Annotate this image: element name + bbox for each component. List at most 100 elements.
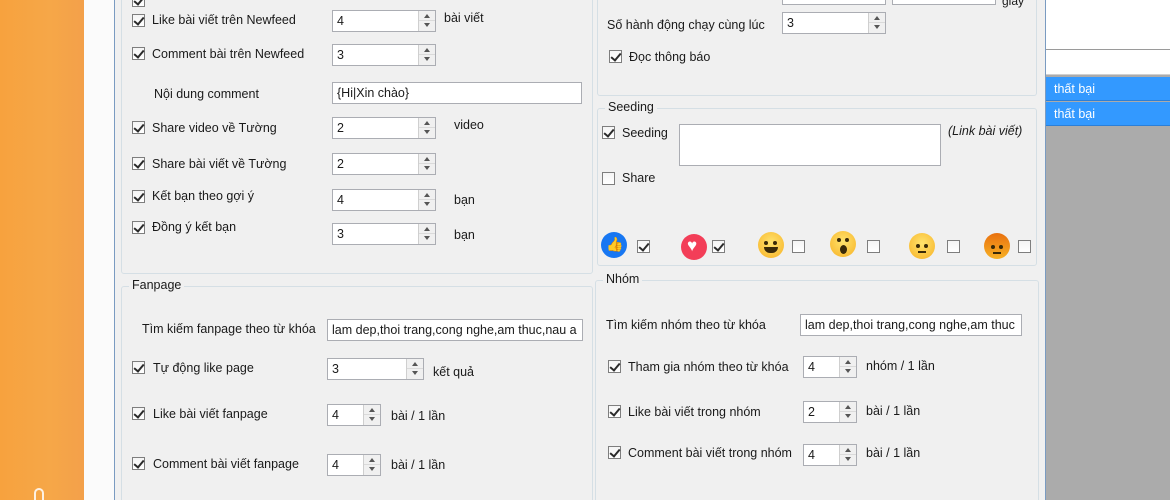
add-friend-checkbox[interactable]: [132, 190, 145, 203]
spin-down-icon[interactable]: [869, 23, 885, 33]
spin-up-icon[interactable]: [364, 405, 380, 415]
comment-group-post-checkbox[interactable]: [608, 446, 621, 459]
angry-reaction-checkbox[interactable]: [1018, 240, 1031, 253]
sad-reaction-checkbox[interactable]: [947, 240, 960, 253]
like-fanpage-post-stepper[interactable]: 4: [327, 404, 381, 426]
spin-up-icon[interactable]: [840, 445, 856, 455]
wow-reaction-checkbox[interactable]: [867, 240, 880, 253]
spin-down-icon[interactable]: [419, 200, 435, 210]
love-reaction-icon: [681, 234, 707, 260]
hidden-option-checkbox[interactable]: [132, 0, 145, 7]
group-group: Nhóm: [595, 272, 1039, 500]
spin-down-icon[interactable]: [840, 367, 856, 377]
like-reaction-checkbox[interactable]: [637, 240, 650, 253]
group-search-input[interactable]: lam dep,thoi trang,cong nghe,am thuc: [800, 314, 1022, 336]
spin-down-icon[interactable]: [364, 415, 380, 425]
background-list-header: [1046, 50, 1170, 75]
comment-content-input[interactable]: {Hi|Xin chào}: [332, 82, 582, 104]
share-post-checkbox[interactable]: [132, 157, 145, 170]
comment-group-post-unit: bài / 1 lần: [866, 446, 921, 460]
comment-fanpage-post-checkbox[interactable]: [132, 457, 145, 470]
add-friend-unit: bạn: [454, 193, 475, 207]
spin-up-icon[interactable]: [407, 359, 423, 369]
seeding-checkbox[interactable]: [602, 126, 615, 139]
like-group-post-checkbox[interactable]: [608, 405, 621, 418]
settings-window: Like bài viết trên Newfeed 4 bài viết Co…: [114, 0, 1046, 500]
spin-up-icon[interactable]: [419, 190, 435, 200]
auto-like-page-label: Tự động like page: [153, 361, 254, 375]
accept-friend-checkbox[interactable]: [132, 221, 145, 234]
accept-friend-stepper[interactable]: 3: [332, 223, 436, 245]
comment-fanpage-post-label: Comment bài viết fanpage: [153, 457, 299, 471]
spin-up-icon[interactable]: [419, 118, 435, 128]
spin-down-icon[interactable]: [419, 164, 435, 174]
like-newfeed-checkbox[interactable]: [132, 14, 145, 27]
read-notifications-checkbox[interactable]: [609, 50, 622, 63]
share-post-label: Share bài viết về Tường: [152, 157, 287, 171]
love-reaction-checkbox[interactable]: [712, 240, 725, 253]
concurrent-actions-stepper[interactable]: 3: [782, 12, 886, 34]
read-notifications-label: Đọc thông báo: [629, 50, 711, 64]
spin-down-icon[interactable]: [364, 465, 380, 475]
share-checkbox[interactable]: [602, 172, 615, 185]
sad-reaction-icon: [909, 233, 935, 259]
auto-like-page-stepper[interactable]: 3: [327, 358, 424, 380]
fanpage-search-input[interactable]: lam dep,thoi trang,cong nghe,am thuc,nau…: [327, 319, 583, 341]
background-list-row[interactable]: thất bại: [1046, 102, 1170, 126]
background-list-row[interactable]: thất bại: [1046, 77, 1170, 101]
concurrent-actions-label: Số hành động chạy cùng lúc: [607, 18, 765, 32]
sidebar-background: [0, 0, 84, 500]
join-group-stepper[interactable]: 4: [803, 356, 857, 378]
spin-up-icon[interactable]: [419, 224, 435, 234]
share-video-stepper[interactable]: 2: [332, 117, 436, 139]
spin-down-icon[interactable]: [407, 369, 423, 379]
background-panel: [1046, 0, 1170, 500]
like-group-post-stepper[interactable]: 2: [803, 401, 857, 423]
auto-like-page-checkbox[interactable]: [132, 361, 145, 374]
like-newfeed-label: Like bài viết trên Newfeed: [152, 13, 296, 27]
add-friend-stepper[interactable]: 4: [332, 189, 436, 211]
accept-friend-label: Đồng ý kết bạn: [152, 220, 237, 234]
partial-top-input[interactable]: [782, 0, 886, 5]
share-video-value: 2: [337, 121, 344, 135]
spin-down-icon[interactable]: [419, 21, 435, 31]
concurrent-actions-value: 3: [787, 16, 794, 30]
fanpage-search-label: Tìm kiếm fanpage theo từ khóa: [142, 322, 316, 336]
share-post-stepper[interactable]: 2: [332, 153, 436, 175]
fanpage-group-title: Fanpage: [129, 278, 185, 292]
comment-newfeed-stepper[interactable]: 3: [332, 44, 436, 66]
like-fanpage-post-checkbox[interactable]: [132, 407, 145, 420]
seeding-link-input[interactable]: [679, 124, 941, 166]
spin-down-icon[interactable]: [419, 128, 435, 138]
comment-fanpage-post-stepper[interactable]: 4: [327, 454, 381, 476]
share-video-checkbox[interactable]: [132, 121, 145, 134]
like-group-post-unit: bài / 1 lần: [866, 404, 921, 418]
comment-group-post-value: 4: [808, 448, 815, 462]
spin-down-icon[interactable]: [840, 412, 856, 422]
comment-newfeed-checkbox[interactable]: [132, 47, 145, 60]
spin-down-icon[interactable]: [840, 455, 856, 465]
spin-down-icon[interactable]: [419, 55, 435, 65]
join-group-checkbox[interactable]: [608, 360, 621, 373]
spin-up-icon[interactable]: [419, 154, 435, 164]
spin-up-icon[interactable]: [869, 13, 885, 23]
auto-like-page-unit: kết quả: [433, 365, 475, 379]
like-group-post-label: Like bài viết trong nhóm: [628, 405, 761, 419]
like-newfeed-stepper[interactable]: 4: [332, 10, 436, 32]
haha-reaction-checkbox[interactable]: [792, 240, 805, 253]
share-video-unit: video: [454, 118, 484, 132]
spin-up-icon[interactable]: [364, 455, 380, 465]
share-post-value: 2: [337, 157, 344, 171]
comment-group-post-stepper[interactable]: 4: [803, 444, 857, 466]
partial-top-input-2[interactable]: [892, 0, 996, 5]
like-newfeed-value: 4: [337, 14, 344, 28]
auto-like-page-value: 3: [332, 362, 339, 376]
spin-up-icon[interactable]: [419, 45, 435, 55]
spin-up-icon[interactable]: [840, 402, 856, 412]
background-panel-top: [1046, 0, 1170, 50]
spin-up-icon[interactable]: [840, 357, 856, 367]
wow-reaction-icon: [830, 231, 856, 257]
spin-down-icon[interactable]: [419, 234, 435, 244]
spin-up-icon[interactable]: [419, 11, 435, 21]
like-fanpage-post-label: Like bài viết fanpage: [153, 407, 268, 421]
